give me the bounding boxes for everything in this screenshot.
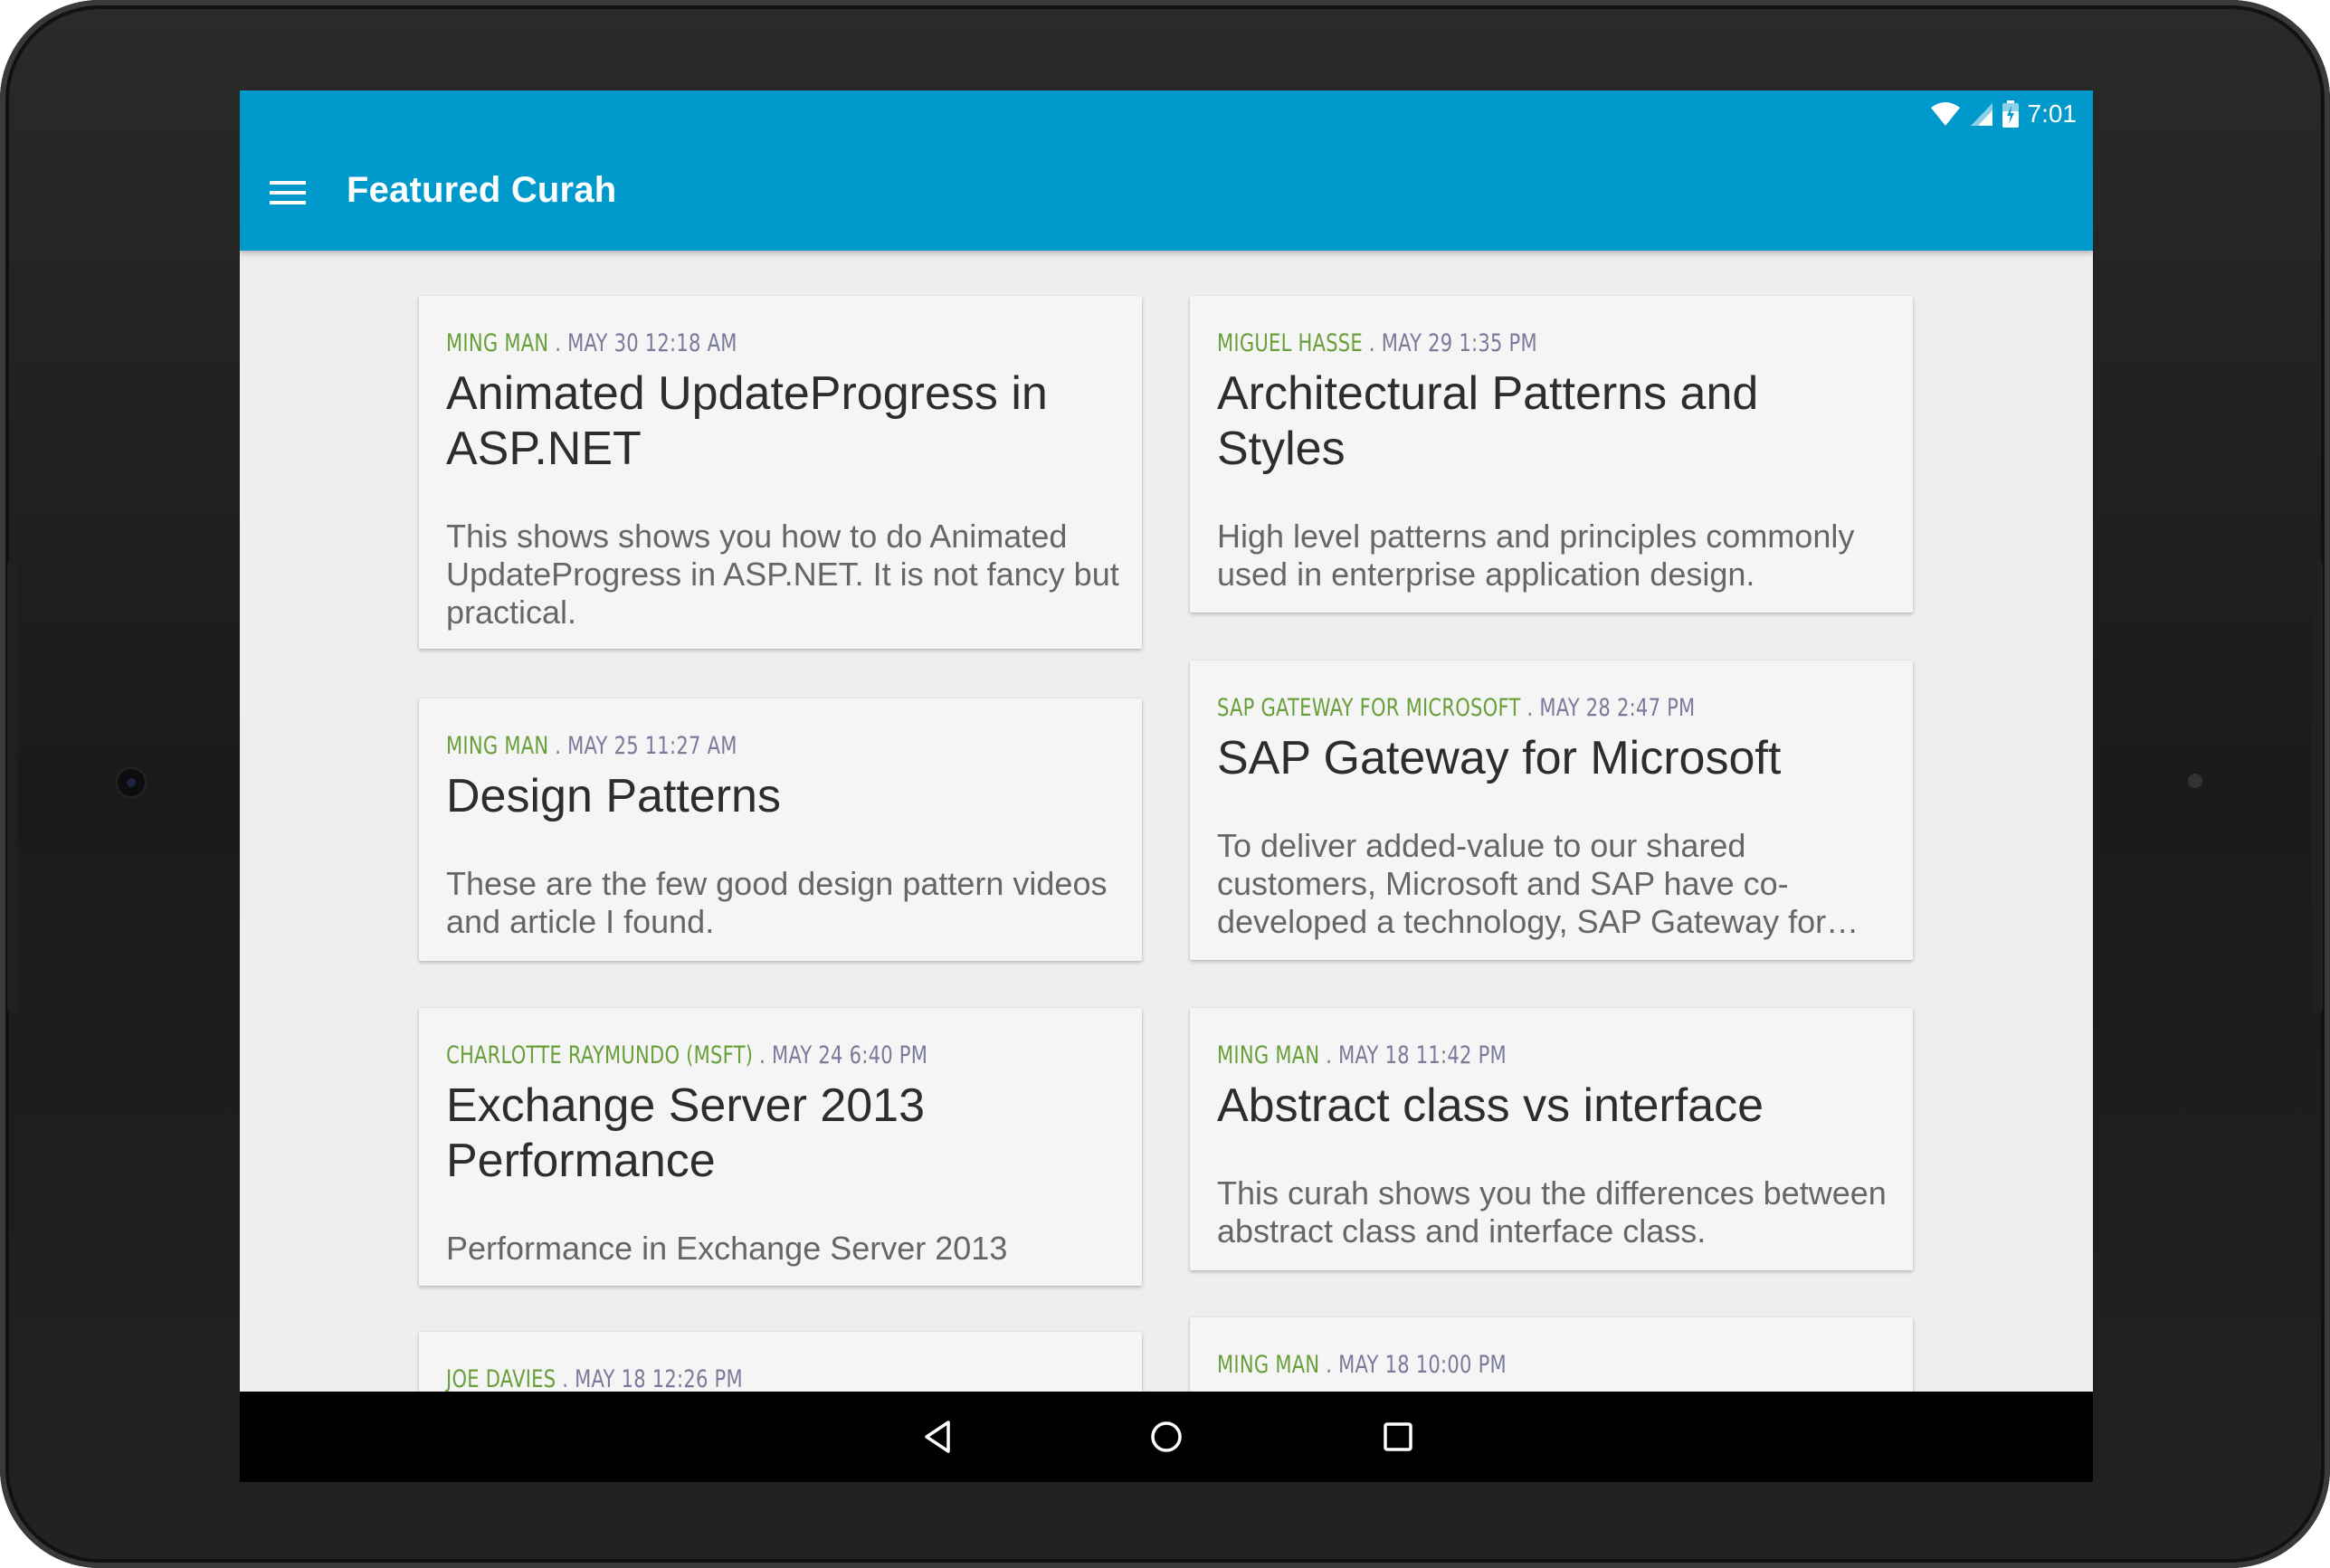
recents-icon[interactable] bbox=[1378, 1417, 1418, 1457]
card-date: MAY 25 11:27 AM bbox=[567, 732, 737, 760]
card-exchange-server[interactable]: CHARLOTTE RAYMUNDO (MSFT) . MAY 24 6:40 … bbox=[419, 1008, 1142, 1286]
card-meta: MING MAN . MAY 18 11:42 PM bbox=[1217, 1041, 1507, 1069]
card-description: High level patterns and principles commo… bbox=[1217, 518, 1855, 593]
meta-separator: . bbox=[1520, 694, 1540, 722]
card-author[interactable]: MIGUEL HASSE bbox=[1217, 329, 1363, 357]
tablet-frame: 7:01 Featured Curah MING MAN . MAY 30 12… bbox=[0, 0, 2330, 1568]
meta-separator: . bbox=[1319, 1041, 1339, 1069]
card-design-patterns[interactable]: MING MAN . MAY 25 11:27 AM Design Patter… bbox=[419, 698, 1142, 961]
card-animated-updateprogress[interactable]: MING MAN . MAY 30 12:18 AM Animated Upda… bbox=[419, 296, 1142, 649]
card-author[interactable]: MING MAN bbox=[446, 732, 548, 760]
card-author[interactable]: MING MAN bbox=[1217, 1041, 1319, 1069]
meta-separator: . bbox=[548, 732, 568, 760]
wifi-icon bbox=[1930, 102, 1960, 126]
card-author[interactable]: MING MAN bbox=[1217, 1351, 1319, 1379]
card-date: MAY 18 12:26 PM bbox=[575, 1365, 743, 1392]
app-bar: 7:01 Featured Curah bbox=[240, 90, 2093, 251]
card-description: This shows shows you how to do Animated … bbox=[446, 518, 1119, 631]
card-description: Performance in Exchange Server 2013 bbox=[446, 1230, 1008, 1267]
card-title: SAP Gateway for Microsoft bbox=[1217, 732, 1782, 784]
battery-charging-icon bbox=[2002, 100, 2019, 128]
left-edge bbox=[7, 561, 18, 1013]
meta-separator: . bbox=[1319, 1351, 1339, 1379]
meta-separator: . bbox=[1362, 329, 1382, 357]
meta-separator: . bbox=[753, 1041, 772, 1069]
card-title: Animated UpdateProgress in ASP.NET bbox=[446, 367, 1048, 475]
app-title: Featured Curah bbox=[347, 170, 617, 210]
card-author[interactable]: MING MAN bbox=[446, 329, 548, 357]
signal-icon bbox=[1970, 103, 1992, 126]
meta-separator: . bbox=[548, 329, 568, 357]
card-date: MAY 29 1:35 PM bbox=[1381, 329, 1537, 357]
meta-separator: . bbox=[556, 1365, 575, 1392]
card-ming-man-may18[interactable]: MING MAN . MAY 18 10:00 PM bbox=[1190, 1317, 1913, 1392]
right-edge bbox=[2312, 561, 2323, 1013]
card-author[interactable]: SAP GATEWAY FOR MICROSOFT bbox=[1217, 694, 1521, 722]
navigation-bar bbox=[240, 1392, 2093, 1482]
card-joe-davies[interactable]: JOE DAVIES . MAY 18 12:26 PM bbox=[419, 1332, 1142, 1392]
card-architectural-patterns[interactable]: MIGUEL HASSE . MAY 29 1:35 PM Architectu… bbox=[1190, 296, 1913, 613]
back-icon[interactable] bbox=[918, 1417, 957, 1457]
hamburger-menu-icon[interactable] bbox=[270, 181, 306, 208]
card-date: MAY 18 10:00 PM bbox=[1338, 1351, 1507, 1379]
card-date: MAY 30 12:18 AM bbox=[567, 329, 737, 357]
front-camera bbox=[118, 769, 145, 796]
card-abstract-class[interactable]: MING MAN . MAY 18 11:42 PM Abstract clas… bbox=[1190, 1008, 1913, 1270]
light-sensor bbox=[2188, 774, 2202, 788]
card-title: Exchange Server 2013 Performance bbox=[446, 1079, 926, 1187]
card-title: Abstract class vs interface bbox=[1217, 1079, 1764, 1132]
card-description: These are the few good design pattern vi… bbox=[446, 865, 1108, 940]
card-date: MAY 24 6:40 PM bbox=[771, 1041, 928, 1069]
card-meta: CHARLOTTE RAYMUNDO (MSFT) . MAY 24 6:40 … bbox=[446, 1041, 927, 1069]
card-description: To deliver added-value to our shared cus… bbox=[1217, 827, 1859, 940]
card-meta: MING MAN . MAY 18 10:00 PM bbox=[1217, 1351, 1507, 1379]
card-sap-gateway[interactable]: SAP GATEWAY FOR MICROSOFT . MAY 28 2:47 … bbox=[1190, 660, 1913, 960]
card-title: Architectural Patterns and Styles bbox=[1217, 367, 1759, 475]
card-author[interactable]: CHARLOTTE RAYMUNDO (MSFT) bbox=[446, 1041, 753, 1069]
card-meta: MING MAN . MAY 25 11:27 AM bbox=[446, 732, 737, 760]
card-meta: MIGUEL HASSE . MAY 29 1:35 PM bbox=[1217, 329, 1537, 357]
home-icon[interactable] bbox=[1146, 1417, 1186, 1457]
card-title: Design Patterns bbox=[446, 770, 781, 822]
screen: 7:01 Featured Curah MING MAN . MAY 30 12… bbox=[240, 90, 2093, 1392]
status-bar: 7:01 bbox=[1930, 100, 2078, 128]
card-meta: MING MAN . MAY 30 12:18 AM bbox=[446, 329, 737, 357]
card-author[interactable]: JOE DAVIES bbox=[446, 1365, 556, 1392]
card-meta: SAP GATEWAY FOR MICROSOFT . MAY 28 2:47 … bbox=[1217, 694, 1695, 722]
card-meta: JOE DAVIES . MAY 18 12:26 PM bbox=[446, 1365, 743, 1392]
card-description: This curah shows you the differences bet… bbox=[1217, 1174, 1887, 1250]
card-date: MAY 18 11:42 PM bbox=[1338, 1041, 1507, 1069]
card-date: MAY 28 2:47 PM bbox=[1539, 694, 1696, 722]
status-time: 7:01 bbox=[2027, 100, 2078, 128]
